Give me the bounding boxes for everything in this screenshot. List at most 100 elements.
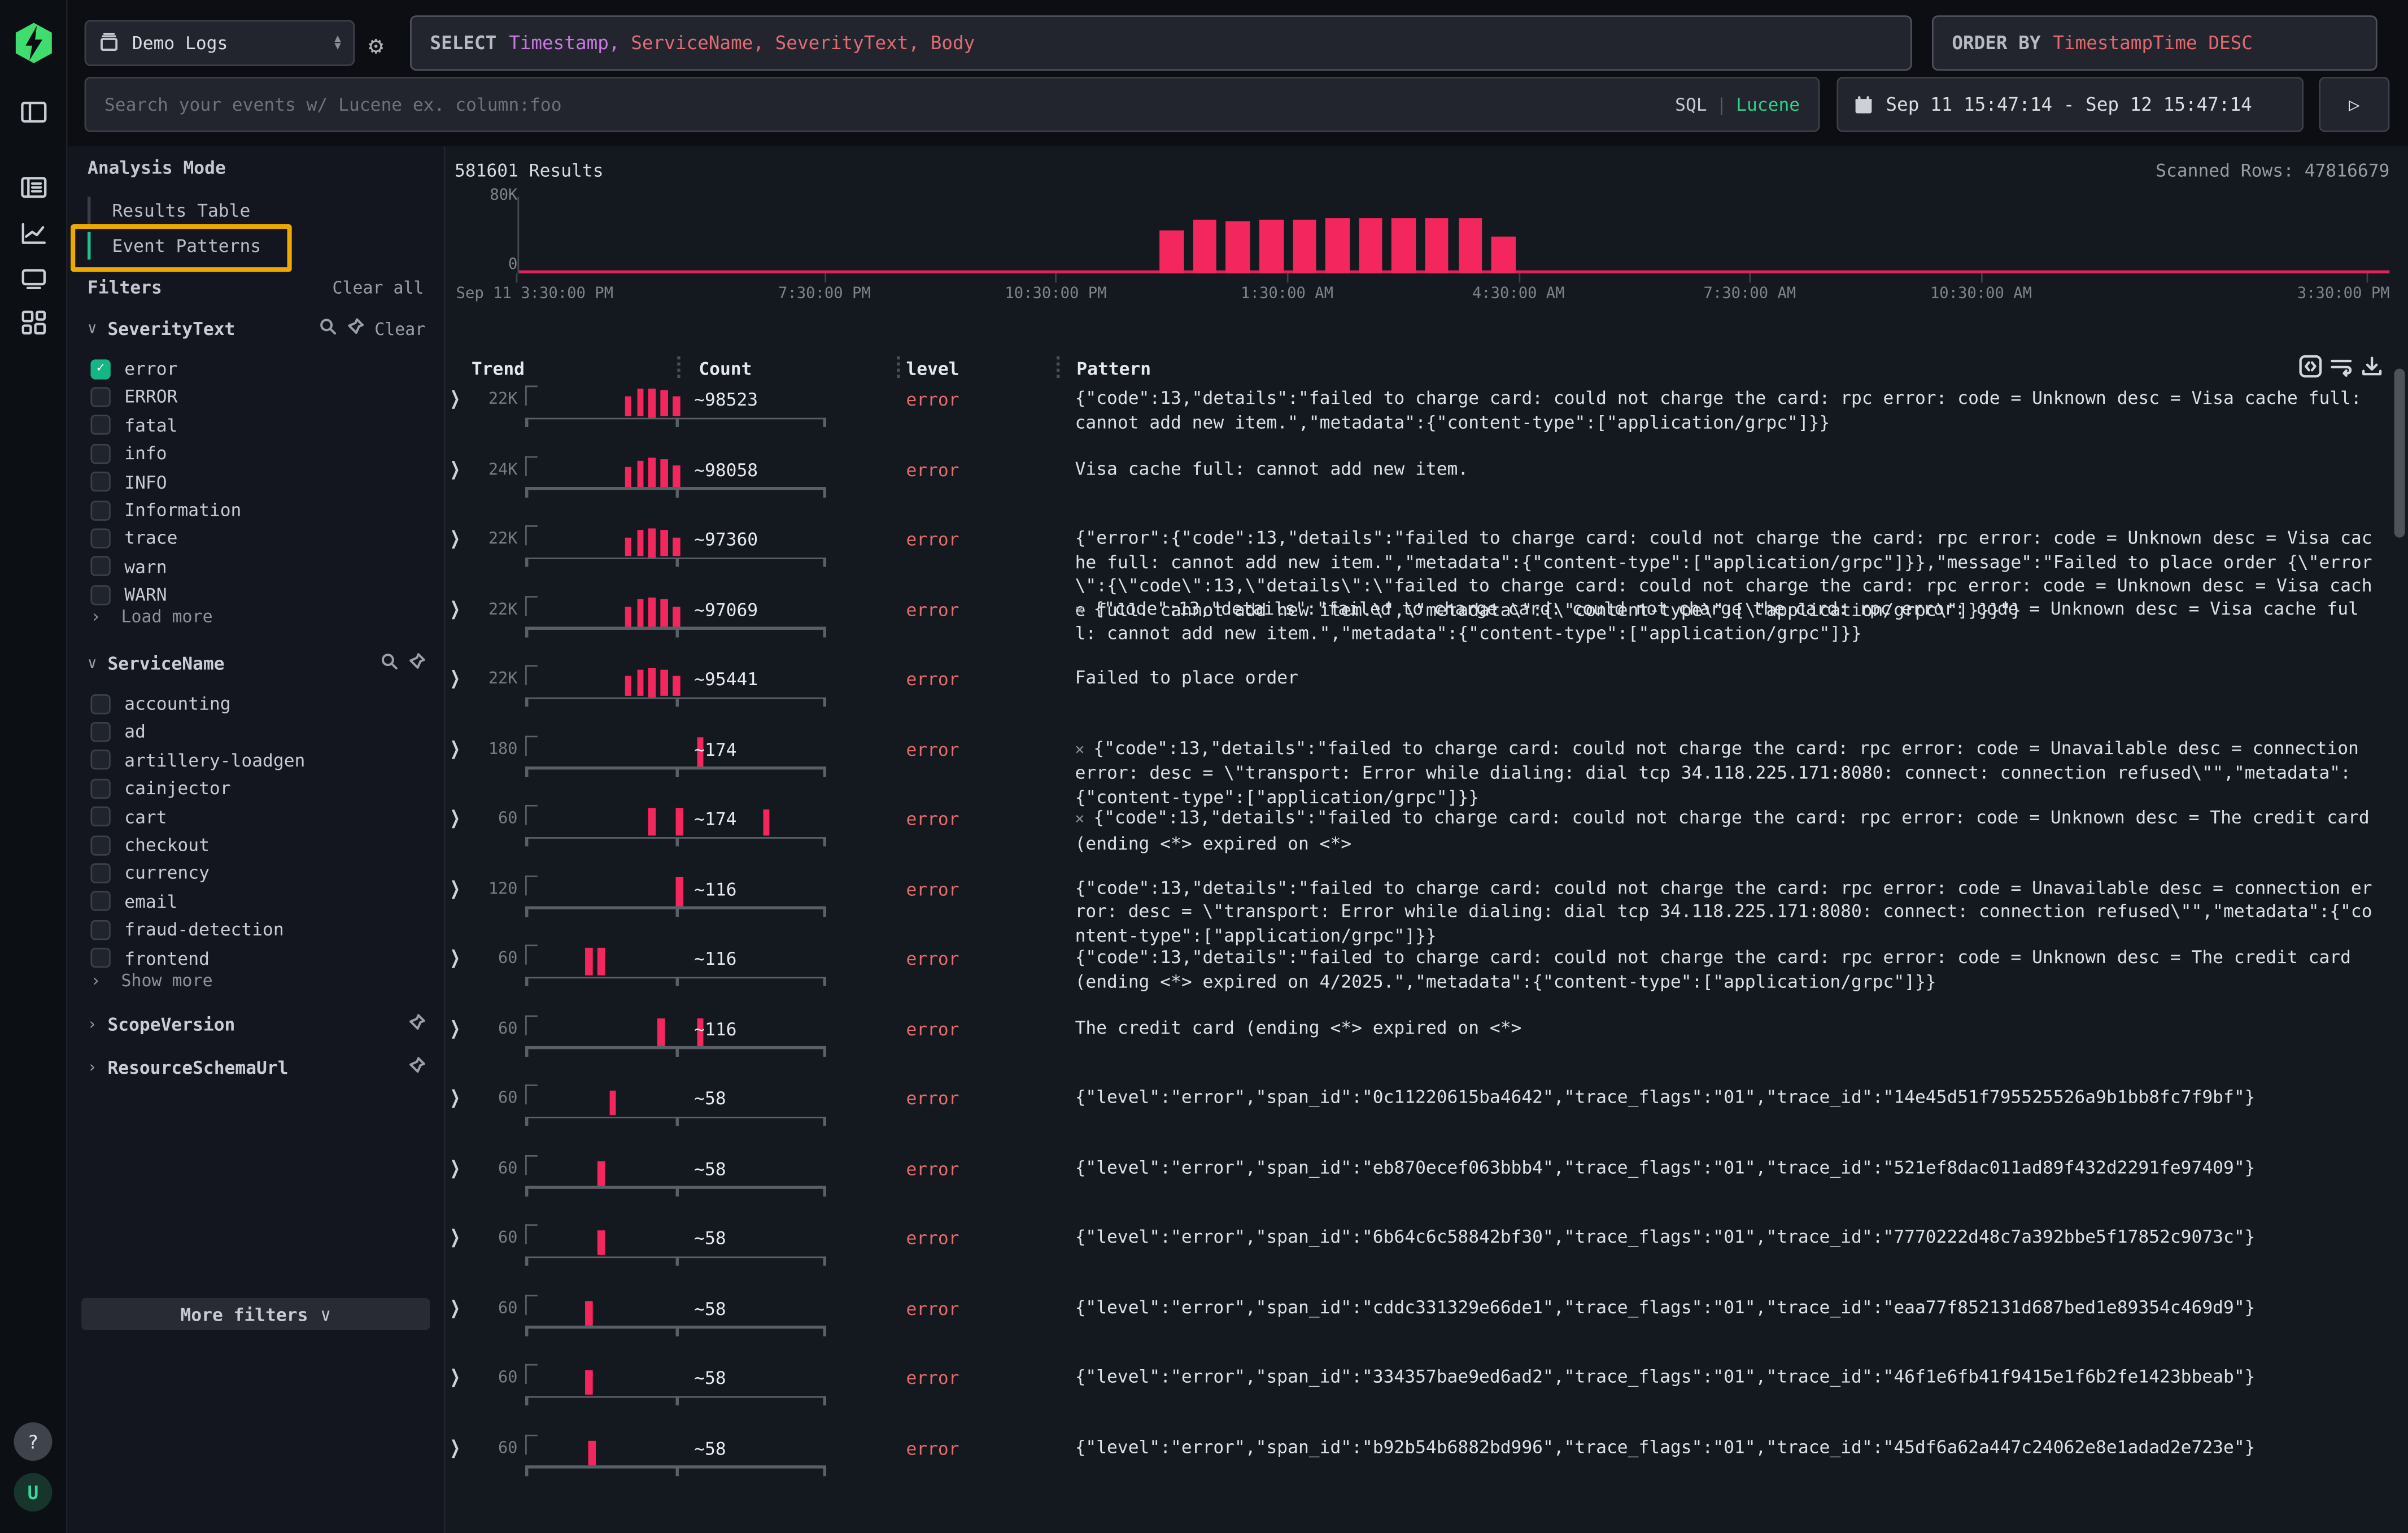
col-header-pattern[interactable]: Pattern <box>1076 358 1151 380</box>
histogram-bar[interactable] <box>1293 219 1316 273</box>
filter-option-currency[interactable]: currency <box>90 859 425 887</box>
table-row[interactable]: ❯22K~98523error{"code":13,"details":"fai… <box>446 380 2408 450</box>
hyperdx-logo[interactable] <box>12 21 55 64</box>
filter-group-resourceschemaurl[interactable]: › ResourceSchemaUrl <box>88 1057 425 1078</box>
table-row[interactable]: ❯60~58error{"level":"error","span_id":"b… <box>446 1428 2408 1498</box>
checkbox-unchecked[interactable] <box>90 891 110 911</box>
checkbox-unchecked[interactable] <box>90 807 110 826</box>
pin-icon[interactable] <box>408 1057 425 1078</box>
table-row[interactable]: ❯60~58error{"level":"error","span_id":"3… <box>446 1358 2408 1428</box>
filter-option-error[interactable]: ✓error <box>90 355 425 382</box>
rejected-x-icon[interactable]: ✕ <box>1075 602 1094 619</box>
histogram-bar[interactable] <box>1491 236 1515 273</box>
col-header-count[interactable]: Count <box>699 358 752 380</box>
pin-icon[interactable] <box>408 1014 425 1035</box>
pin-icon[interactable] <box>347 318 364 339</box>
table-row[interactable]: ❯22K~97069error✕ {"code":13,"details":"f… <box>446 589 2408 659</box>
checkbox-unchecked[interactable] <box>90 415 110 435</box>
search-icon[interactable] <box>381 653 398 674</box>
checkbox-unchecked[interactable] <box>90 443 110 463</box>
table-row[interactable]: ❯60~116errorThe credit card (ending <*> … <box>446 1008 2408 1078</box>
table-row[interactable]: ❯22K~97360error{"error":{"code":13,"deta… <box>446 519 2408 589</box>
checkbox-unchecked[interactable] <box>90 778 110 798</box>
sql-column-select[interactable]: SELECT Timestamp, ServiceName, SeverityT… <box>410 15 1912 71</box>
scrollbar-thumb[interactable] <box>2394 369 2405 538</box>
checkbox-unchecked[interactable] <box>90 863 110 883</box>
filter-option-cainjector[interactable]: cainjector <box>90 774 425 802</box>
filter-option-WARN[interactable]: WARN <box>90 581 425 608</box>
col-header-level[interactable]: level <box>906 358 959 380</box>
filter-option-email[interactable]: email <box>90 887 425 915</box>
dashboards-icon[interactable] <box>20 309 47 337</box>
filter-group-scopeversion[interactable]: › ScopeVersion <box>88 1014 425 1035</box>
search-logs-icon[interactable] <box>20 173 47 201</box>
download-icon[interactable] <box>2361 355 2384 378</box>
search-mode-lucene[interactable]: Lucene <box>1736 94 1800 115</box>
rejected-x-icon[interactable]: ✕ <box>1075 741 1094 758</box>
filter-option-fatal[interactable]: fatal <box>90 411 425 439</box>
column-resize-handle[interactable] <box>677 356 680 378</box>
table-row[interactable]: ❯60~58error{"level":"error","span_id":"c… <box>446 1288 2408 1358</box>
histogram-bar[interactable] <box>1226 221 1250 273</box>
table-row[interactable]: ❯60~174error✕ {"code":13,"details":"fail… <box>446 799 2408 869</box>
checkbox-unchecked[interactable] <box>90 472 110 491</box>
checkbox-unchecked[interactable] <box>90 500 110 520</box>
filter-option-artillery-loadgen[interactable]: artillery-loadgen <box>90 746 425 774</box>
filter-group-servicename[interactable]: ∨ ServiceName <box>88 653 425 674</box>
table-row[interactable]: ❯180~174error✕ {"code":13,"details":"fai… <box>446 729 2408 799</box>
checkbox-unchecked[interactable] <box>90 556 110 576</box>
checkbox-unchecked[interactable] <box>90 750 110 770</box>
search-mode-sql[interactable]: SQL <box>1675 94 1707 115</box>
checkbox-unchecked[interactable] <box>90 948 110 968</box>
checkbox-unchecked[interactable] <box>90 528 110 548</box>
table-row[interactable]: ❯60~58error{"level":"error","span_id":"e… <box>446 1148 2408 1218</box>
histogram-bar[interactable] <box>1359 219 1382 273</box>
filter-option-ad[interactable]: ad <box>90 718 425 746</box>
histogram-bar[interactable] <box>1259 219 1283 273</box>
view-code-icon[interactable] <box>2299 355 2322 378</box>
checkbox-checked[interactable]: ✓ <box>90 359 110 378</box>
more-filters-button[interactable]: More filters∨ <box>81 1298 430 1330</box>
search-input[interactable]: Search your events w/ Lucene ex. column:… <box>85 77 1820 132</box>
collapse-sidebar-icon[interactable] <box>20 98 47 126</box>
results-histogram[interactable]: 80K 0 Sep 11 3:30:00 PM7:30:00 PM10:30:0… <box>446 146 2408 307</box>
wrap-text-icon[interactable] <box>2330 355 2353 378</box>
load-more-link[interactable]: › Load more <box>90 607 212 626</box>
run-query-button[interactable]: ▷ <box>2319 77 2389 132</box>
table-row[interactable]: ❯24K~98058errorVisa cache full: cannot a… <box>446 449 2408 519</box>
table-row[interactable]: ❯60~116error{"code":13,"details":"failed… <box>446 939 2408 1009</box>
histogram-bar[interactable] <box>1193 220 1217 273</box>
user-avatar[interactable]: U <box>14 1473 52 1512</box>
filter-option-info[interactable]: info <box>90 439 425 467</box>
gear-icon[interactable]: ⚙ <box>369 31 383 60</box>
filter-option-ERROR[interactable]: ERROR <box>90 383 425 411</box>
histogram-bar[interactable] <box>1425 219 1449 273</box>
table-row[interactable]: ❯22K~95441errorFailed to place order <box>446 659 2408 729</box>
filter-option-INFO[interactable]: INFO <box>90 468 425 495</box>
filter-option-accounting[interactable]: accounting <box>90 690 425 717</box>
checkbox-unchecked[interactable] <box>90 585 110 604</box>
filter-option-fraud-detection[interactable]: fraud-detection <box>90 916 425 943</box>
filter-option-Information[interactable]: Information <box>90 496 425 524</box>
table-row[interactable]: ❯60~58error{"level":"error","span_id":"6… <box>446 1218 2408 1288</box>
checkbox-unchecked[interactable] <box>90 387 110 407</box>
histogram-bar[interactable] <box>1160 230 1184 273</box>
histogram-bar[interactable] <box>1392 218 1416 273</box>
chart-explorer-icon[interactable] <box>20 220 47 247</box>
checkbox-unchecked[interactable] <box>90 722 110 742</box>
filter-option-checkout[interactable]: checkout <box>90 831 425 859</box>
order-by-input[interactable]: ORDER BY TimestampTime DESC <box>1932 15 2378 71</box>
help-button[interactable]: ? <box>14 1422 52 1461</box>
clear-group-link[interactable]: Clear <box>374 319 425 338</box>
table-row[interactable]: ❯120~116error{"code":13,"details":"faile… <box>446 869 2408 939</box>
filter-group-severitytext[interactable]: ∨ SeverityText Clear <box>88 318 425 339</box>
col-header-trend[interactable]: Trend <box>472 358 525 380</box>
pin-icon[interactable] <box>408 653 425 674</box>
source-select[interactable]: Demo Logs ▲▼ <box>85 20 355 66</box>
checkbox-unchecked[interactable] <box>90 694 110 713</box>
column-resize-handle[interactable] <box>1057 356 1059 378</box>
filter-option-frontend[interactable]: frontend <box>90 944 425 972</box>
filter-option-trace[interactable]: trace <box>90 524 425 552</box>
histogram-bar[interactable] <box>1458 219 1482 273</box>
show-more-link[interactable]: › Show more <box>90 971 212 991</box>
